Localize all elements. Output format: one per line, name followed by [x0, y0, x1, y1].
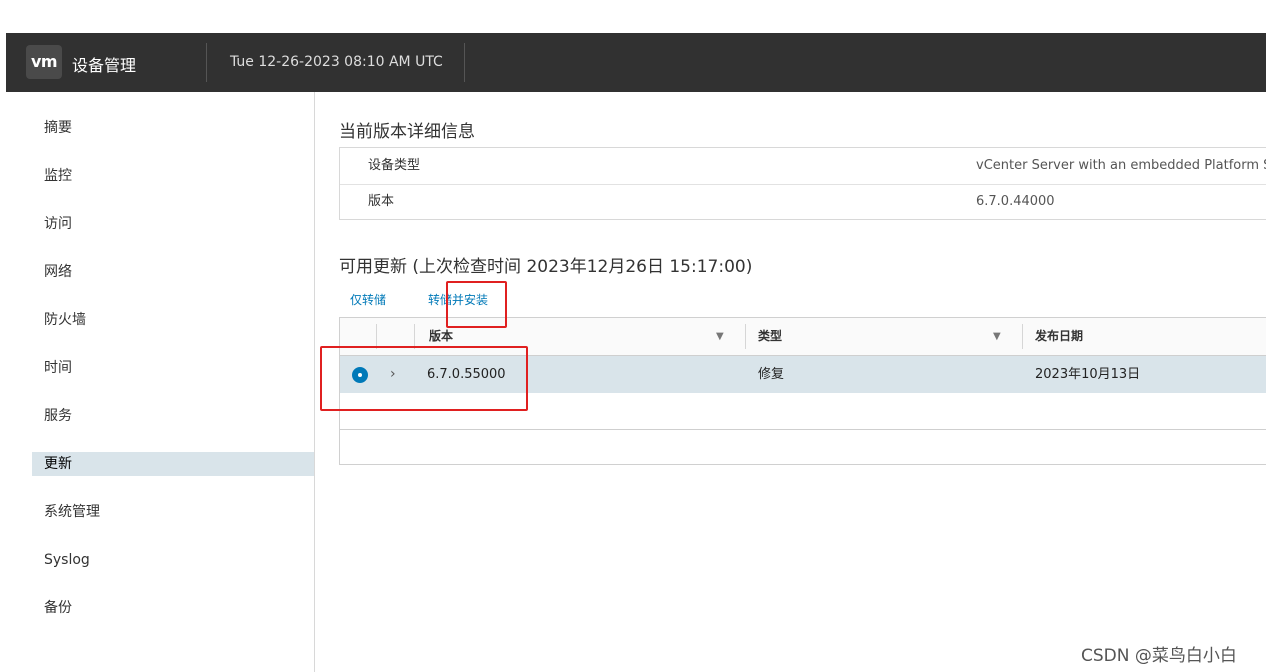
- current-version-title: 当前版本详细信息: [339, 122, 475, 142]
- stage-only-button[interactable]: 仅转储: [350, 291, 386, 308]
- app-header: vm 设备管理 Tue 12-26-2023 08:10 AM UTC: [6, 33, 1266, 92]
- current-version-details: 设备类型 vCenter Server with an embedded Pla…: [339, 147, 1266, 220]
- cell-type: 修复: [758, 367, 785, 382]
- detail-key: 版本: [368, 194, 395, 209]
- sidebar-item-backup[interactable]: 备份: [32, 596, 314, 620]
- grid-footer-divider: [340, 429, 1266, 430]
- detail-row: 设备类型 vCenter Server with an embedded Pla…: [340, 148, 1266, 184]
- sidebar-item-update[interactable]: 更新: [32, 452, 314, 476]
- filter-icon[interactable]: ▼: [993, 318, 1001, 355]
- sidebar-item-networking[interactable]: 网络: [32, 260, 314, 284]
- detail-key: 设备类型: [368, 158, 421, 173]
- app-title: 设备管理: [72, 56, 137, 75]
- filter-icon[interactable]: ▼: [716, 318, 724, 355]
- column-header-release-date[interactable]: 发布日期: [1035, 318, 1083, 355]
- detail-value: 6.7.0.44000: [976, 194, 1055, 209]
- sidebar: 摘要 监控 访问 网络 防火墙 时间 服务 更新 系统管理 Syslog 备份: [6, 92, 315, 672]
- sidebar-item-firewall[interactable]: 防火墙: [32, 308, 314, 332]
- highlight-box-install: [446, 281, 507, 328]
- sidebar-item-access[interactable]: 访问: [32, 212, 314, 236]
- main-content: 当前版本详细信息 设备类型 vCenter Server with an emb…: [315, 92, 1266, 672]
- column-divider: [745, 324, 746, 349]
- top-margin: [0, 0, 1266, 33]
- vmware-logo: vm: [26, 45, 62, 79]
- column-divider: [1022, 324, 1023, 349]
- sidebar-item-administration[interactable]: 系统管理: [32, 500, 314, 524]
- column-header-type[interactable]: 类型: [758, 318, 782, 355]
- header-datetime: Tue 12-26-2023 08:10 AM UTC: [230, 54, 443, 70]
- sidebar-item-summary[interactable]: 摘要: [32, 116, 314, 140]
- header-divider: [206, 43, 207, 82]
- detail-value: vCenter Server with an embedded Platform…: [976, 158, 1266, 173]
- detail-row: 版本 6.7.0.44000: [340, 184, 1266, 220]
- sidebar-item-time[interactable]: 时间: [32, 356, 314, 380]
- sidebar-item-syslog[interactable]: Syslog: [32, 548, 314, 572]
- header-divider: [464, 43, 465, 82]
- watermark: CSDN @菜鸟白小白: [1081, 646, 1237, 666]
- available-updates-title: 可用更新 (上次检查时间 2023年12月26日 15:17:00): [339, 257, 753, 277]
- cell-release-date: 2023年10月13日: [1035, 367, 1141, 382]
- highlight-box-row: [320, 346, 528, 411]
- sidebar-item-monitor[interactable]: 监控: [32, 164, 314, 188]
- sidebar-item-services[interactable]: 服务: [32, 404, 314, 428]
